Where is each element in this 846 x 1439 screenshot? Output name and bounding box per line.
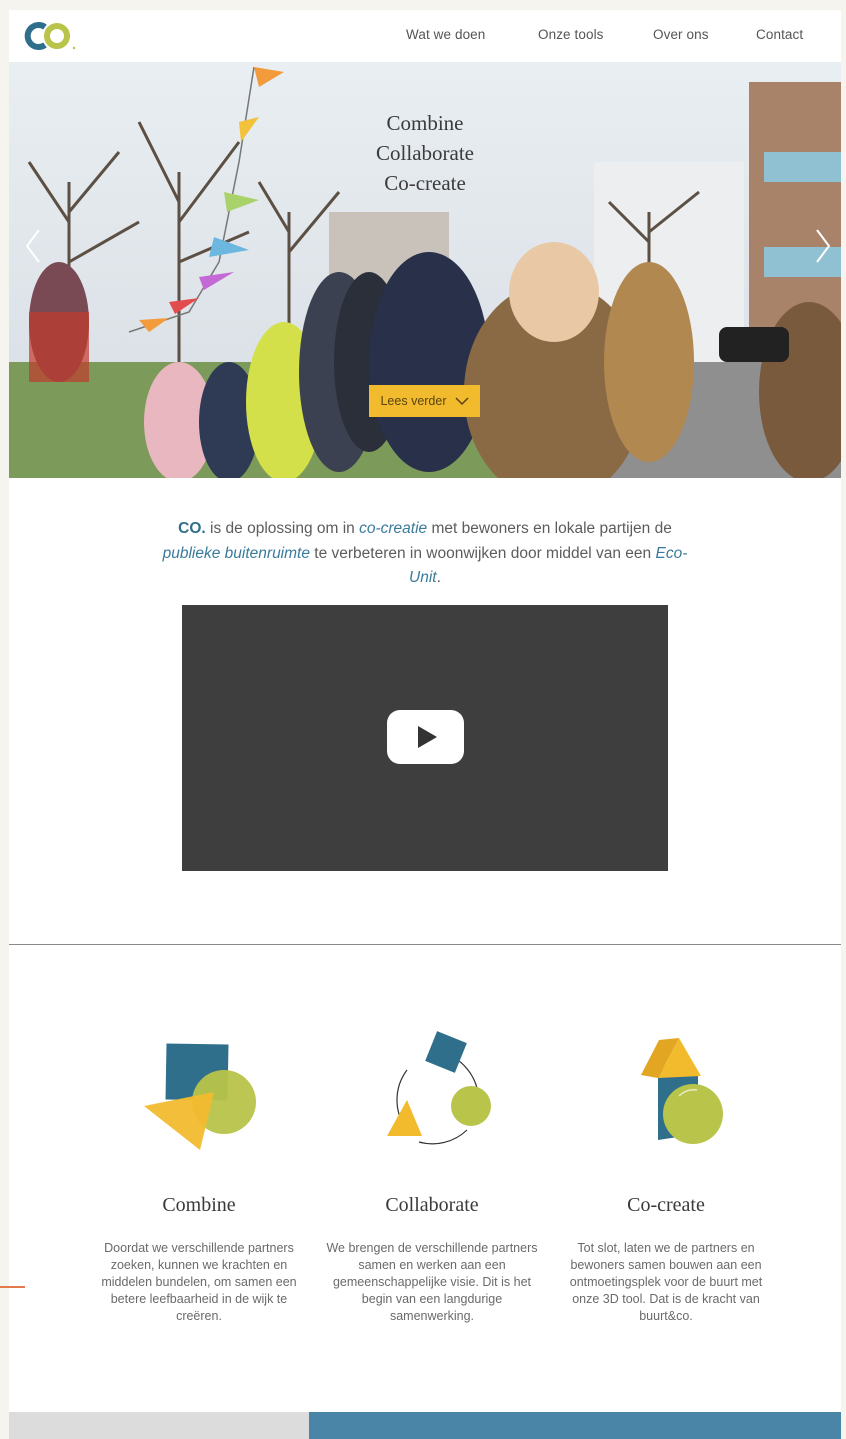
hero-title-line-3: Co-create (384, 171, 466, 195)
read-more-button[interactable]: Lees verder (369, 385, 480, 417)
feature-text: We brengen de verschillende partners sam… (326, 1241, 538, 1323)
nav-item-wat-we-doen[interactable]: Wat we doen (406, 27, 485, 42)
hero-title-line-1: Combine (386, 111, 464, 135)
slider-next-button[interactable] (811, 226, 835, 266)
feature-text: Doordat we verschillende partners zoeken… (101, 1241, 297, 1323)
feature-title: Co-create (627, 1194, 705, 1216)
play-icon[interactable] (387, 710, 464, 764)
chevron-left-icon (25, 229, 40, 263)
nav-item-contact[interactable]: Contact (756, 27, 803, 42)
next-section-image (9, 1412, 309, 1439)
logo[interactable] (19, 19, 79, 53)
feature-title: Collaborate (385, 1194, 479, 1216)
feature-combine: Combine Doordat we verschillende partner… (89, 1030, 309, 1323)
video-player[interactable] (182, 605, 668, 871)
hero-slider: Combine Collaborate Co-create Lees verde… (9, 62, 841, 478)
next-section-panel (309, 1412, 841, 1439)
page: Wat we doen Onze tools Over ons Contact (9, 10, 841, 1439)
feature-title: Combine (162, 1194, 236, 1216)
side-marker (0, 1286, 25, 1288)
publieke-buitenruimte-link[interactable]: publieke buitenruimte (163, 545, 310, 562)
combine-icon (144, 1043, 256, 1150)
nav-item-onze-tools[interactable]: Onze tools (538, 27, 604, 42)
intro-brand: CO. (178, 520, 206, 537)
co-create-icon (641, 1038, 723, 1144)
hero-title: Combine Collaborate Co-create (325, 108, 525, 198)
slider-prev-button[interactable] (21, 226, 45, 266)
feature-collaborate: Collaborate We brengen de verschillende … (322, 1030, 542, 1323)
section-divider (9, 944, 841, 945)
hero-title-line-2: Collaborate (376, 141, 474, 165)
intro-text: CO. is de oplossing om in co-creatie met… (162, 520, 688, 586)
feature-co-create: Co-create Tot slot, laten we de partners… (556, 1030, 776, 1323)
feature-text: Tot slot, laten we de partners en bewone… (569, 1241, 763, 1323)
nav-item-over-ons[interactable]: Over ons (653, 27, 709, 42)
co-creatie-link[interactable]: co-creatie (359, 520, 427, 537)
chevron-right-icon (816, 229, 831, 263)
collaborate-icon (387, 1031, 491, 1145)
header: Wat we doen Onze tools Over ons Contact (9, 10, 841, 62)
read-more-label: Lees verder (380, 394, 447, 408)
chevron-down-icon (454, 396, 469, 405)
